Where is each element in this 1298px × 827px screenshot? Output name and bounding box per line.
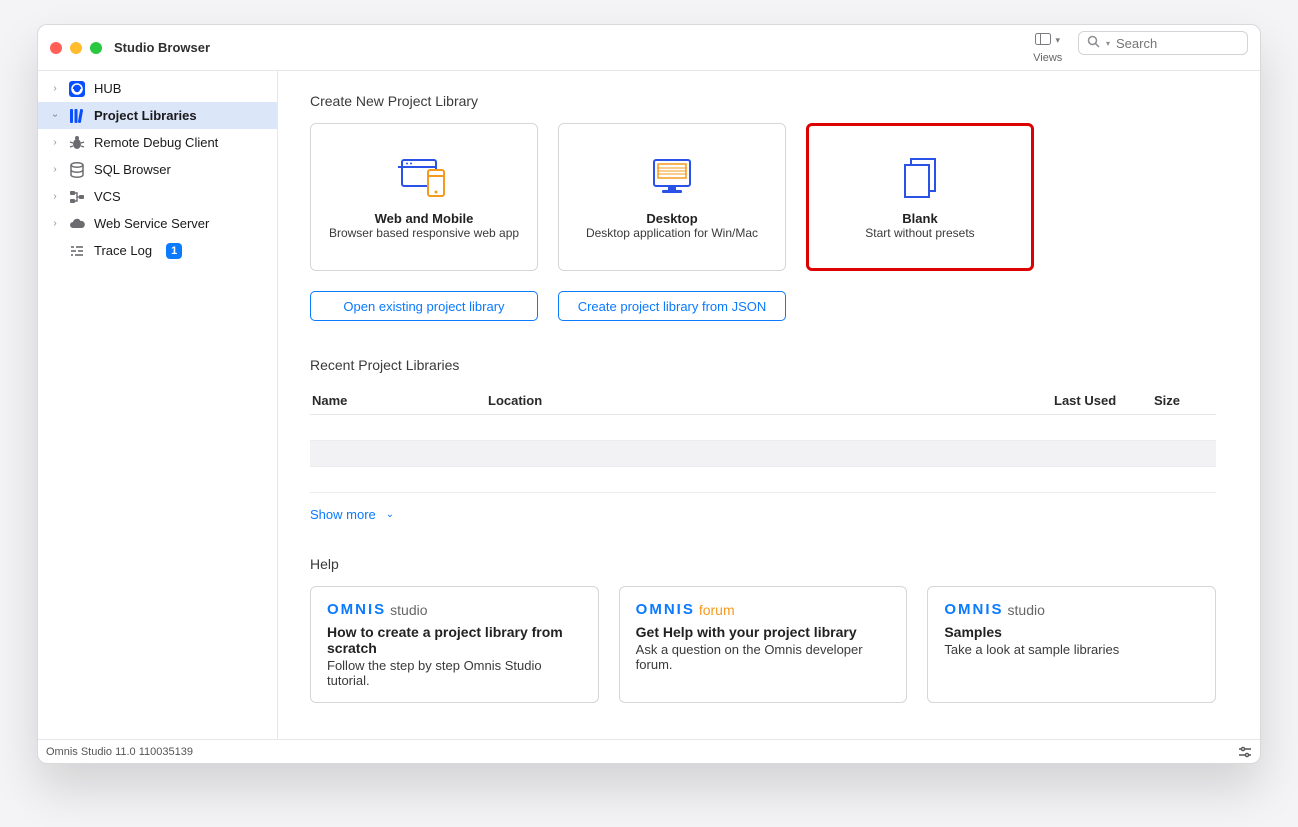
card-subtitle: Desktop application for Win/Mac <box>586 226 758 240</box>
project-action-buttons: Open existing project library Create pro… <box>310 291 1216 321</box>
statusbar: Omnis Studio 11.0 110035139 <box>38 739 1260 763</box>
help-card-desc: Ask a question on the Omnis developer fo… <box>636 642 891 672</box>
card-title: Web and Mobile <box>375 211 474 226</box>
help-card-samples[interactable]: OMNISstudio Samples Take a look at sampl… <box>927 586 1216 703</box>
sidebar-item-remote-debug[interactable]: › Remote Debug Client <box>38 129 277 156</box>
views-button[interactable]: ▾ <box>1031 31 1064 50</box>
hub-icon <box>68 80 86 98</box>
library-icon <box>68 107 86 125</box>
sidebar-item-label: HUB <box>94 81 121 96</box>
chevron-right-icon: › <box>50 137 60 148</box>
project-template-cards: Web and Mobile Browser based responsive … <box>310 123 1216 271</box>
help-card-title: Samples <box>944 624 1199 640</box>
omnis-brand-icon: OMNISforum <box>636 601 891 618</box>
trace-icon <box>68 242 86 260</box>
card-web-mobile[interactable]: Web and Mobile Browser based responsive … <box>310 123 538 271</box>
settings-sliders-icon[interactable] <box>1238 745 1252 759</box>
views-control: ▾ Views <box>1031 31 1064 64</box>
omnis-brand-icon: OMNISstudio <box>327 601 582 618</box>
desktop-icon <box>646 155 698 201</box>
recent-libraries-table: Name Location Last Used Size <box>310 387 1216 493</box>
omnis-brand-icon: OMNISstudio <box>944 601 1199 618</box>
chevron-right-icon: › <box>50 218 60 229</box>
minimize-window-button[interactable] <box>70 42 82 54</box>
vcs-icon <box>68 188 86 206</box>
search-input[interactable] <box>1116 36 1261 51</box>
chevron-down-icon: ▾ <box>1055 35 1060 46</box>
card-title: Blank <box>902 211 937 226</box>
sidebar-item-hub[interactable]: › HUB <box>38 75 277 102</box>
help-card-forum[interactable]: OMNISforum Get Help with your project li… <box>619 586 908 703</box>
bug-icon <box>68 134 86 152</box>
create-section-title: Create New Project Library <box>310 93 1216 109</box>
chevron-down-icon: ▾ <box>1106 39 1110 48</box>
chevron-down-icon: ⌄ <box>386 509 394 520</box>
recent-section-title: Recent Project Libraries <box>310 357 1216 373</box>
search-box[interactable]: ▾ <box>1078 31 1248 55</box>
sidebar-item-label: SQL Browser <box>94 162 171 177</box>
window-traffic-lights <box>50 42 102 54</box>
chevron-down-icon: › <box>50 111 61 121</box>
status-text: Omnis Studio 11.0 110035139 <box>46 746 193 758</box>
close-window-button[interactable] <box>50 42 62 54</box>
show-more-label: Show more <box>310 507 376 522</box>
help-section-title: Help <box>310 556 1216 572</box>
create-from-json-button[interactable]: Create project library from JSON <box>558 291 786 321</box>
card-desktop[interactable]: Desktop Desktop application for Win/Mac <box>558 123 786 271</box>
sidebar-item-label: Project Libraries <box>94 108 197 123</box>
card-blank[interactable]: Blank Start without presets <box>806 123 1034 271</box>
open-existing-button[interactable]: Open existing project library <box>310 291 538 321</box>
sidebar-item-project-libraries[interactable]: › Project Libraries <box>38 102 277 129</box>
help-card-title: Get Help with your project library <box>636 624 891 640</box>
table-row[interactable] <box>310 415 1216 441</box>
chevron-right-icon: › <box>50 164 60 175</box>
sidebar-item-trace-log[interactable]: Trace Log 1 <box>38 237 277 264</box>
help-card-desc: Follow the step by step Omnis Studio tut… <box>327 658 582 688</box>
table-row[interactable] <box>310 441 1216 467</box>
titlebar: Studio Browser ▾ Views ▾ <box>38 25 1260 71</box>
sidebar: › HUB › Project Libraries › Remote Debug… <box>38 71 278 739</box>
sidebar-item-vcs[interactable]: › VCS <box>38 183 277 210</box>
main-content: Create New Project Library Web and Mobil… <box>278 71 1260 739</box>
chevron-right-icon: › <box>50 83 60 94</box>
sidebar-item-label: Remote Debug Client <box>94 135 218 150</box>
trace-log-badge: 1 <box>166 243 182 259</box>
sidebar-item-label: Trace Log <box>94 243 152 258</box>
col-location[interactable]: Location <box>488 393 1034 408</box>
window-title: Studio Browser <box>114 40 210 55</box>
table-header-row: Name Location Last Used Size <box>310 387 1216 415</box>
window-body: › HUB › Project Libraries › Remote Debug… <box>38 71 1260 739</box>
col-size[interactable]: Size <box>1154 393 1214 408</box>
help-card-title: How to create a project library from scr… <box>327 624 582 656</box>
search-icon <box>1087 35 1100 51</box>
cloud-icon <box>68 215 86 233</box>
database-icon <box>68 161 86 179</box>
panel-icon <box>1035 33 1051 48</box>
card-subtitle: Browser based responsive web app <box>329 226 519 240</box>
chevron-right-icon: › <box>50 191 60 202</box>
views-label: Views <box>1033 52 1062 64</box>
toolbar-right: ▾ Views ▾ <box>1031 31 1248 64</box>
help-cards: OMNISstudio How to create a project libr… <box>310 586 1216 703</box>
show-more-link[interactable]: Show more ⌄ <box>310 507 394 522</box>
studio-browser-window: Studio Browser ▾ Views ▾ <box>37 24 1261 764</box>
card-subtitle: Start without presets <box>865 226 974 240</box>
table-row[interactable] <box>310 467 1216 493</box>
sidebar-item-label: VCS <box>94 189 121 204</box>
help-card-desc: Take a look at sample libraries <box>944 642 1199 657</box>
help-card-tutorial[interactable]: OMNISstudio How to create a project libr… <box>310 586 599 703</box>
zoom-window-button[interactable] <box>90 42 102 54</box>
col-name[interactable]: Name <box>312 393 468 408</box>
blank-icon <box>900 155 940 201</box>
sidebar-item-label: Web Service Server <box>94 216 209 231</box>
sidebar-item-sql-browser[interactable]: › SQL Browser <box>38 156 277 183</box>
col-last-used[interactable]: Last Used <box>1054 393 1134 408</box>
sidebar-item-web-service-server[interactable]: › Web Service Server <box>38 210 277 237</box>
card-title: Desktop <box>646 211 697 226</box>
web-mobile-icon <box>398 155 450 201</box>
